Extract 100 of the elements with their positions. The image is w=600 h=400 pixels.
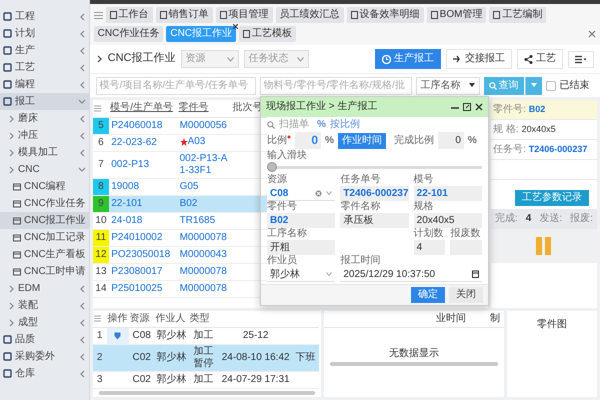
tab[interactable]: 工作台 bbox=[106, 7, 153, 23]
column-header[interactable]: 零件号 bbox=[178, 100, 232, 117]
sidebar-item[interactable]: CNC加工记录 bbox=[0, 229, 89, 246]
clear-icon[interactable] bbox=[315, 190, 322, 196]
tab[interactable]: 销售订单 bbox=[156, 7, 213, 23]
column-header[interactable]: 类型 bbox=[188, 310, 219, 328]
table-row[interactable]: 7 002-P13 002-P13-A1-33F1 bbox=[92, 151, 267, 178]
dropdown-toggle-button[interactable] bbox=[524, 76, 542, 94]
list-icon bbox=[13, 250, 21, 258]
field-value[interactable]: T2406-000237 bbox=[528, 144, 588, 155]
table-row[interactable]: 3 C02 郭少林 加工 24-07-29 17:31 bbox=[92, 372, 319, 388]
tab[interactable]: 员工绩效汇总 bbox=[276, 7, 344, 23]
input-field[interactable]: 开粗 bbox=[267, 240, 336, 255]
sidebar-item[interactable]: 模具加工 bbox=[0, 144, 89, 161]
field-label: 零件号: bbox=[493, 104, 526, 116]
sidebar-item[interactable]: CNC报工作业 bbox=[0, 212, 89, 229]
document-icon bbox=[430, 11, 438, 19]
sidebar-item[interactable]: 报工 bbox=[0, 93, 89, 110]
sidebar-item[interactable]: CNC生产看板 bbox=[0, 246, 89, 263]
toolbar-button[interactable]: 工艺 bbox=[517, 49, 563, 69]
field-value: 20x40x5 bbox=[522, 124, 556, 135]
process-select[interactable]: 工序名称 bbox=[416, 76, 480, 94]
select-field[interactable]: 郭少林 bbox=[267, 267, 336, 282]
slider-thumb[interactable] bbox=[267, 162, 277, 172]
tab[interactable]: 项目管理 bbox=[216, 7, 273, 23]
sidebar-item[interactable]: 生产 bbox=[0, 42, 89, 59]
tab[interactable]: BOM管理 bbox=[426, 7, 486, 23]
input-field[interactable]: 承压板 bbox=[340, 213, 409, 228]
table-row[interactable]: 6 22-023-62 A03 bbox=[92, 134, 267, 151]
sidebar-item[interactable]: CNC bbox=[0, 161, 89, 178]
column-header[interactable]: 资源 bbox=[128, 310, 155, 328]
table-cell: P23080017 bbox=[109, 263, 178, 280]
dialog-button[interactable]: 关闭 bbox=[449, 287, 483, 303]
field-label: 资源 bbox=[267, 174, 288, 186]
menu-icon[interactable] bbox=[94, 10, 103, 20]
sidebar-item[interactable]: EDM bbox=[0, 280, 89, 297]
clock-icon bbox=[382, 54, 391, 64]
sidebar-item[interactable]: 计划 bbox=[0, 25, 89, 42]
sidebar-item[interactable]: CNC工时申请 bbox=[0, 263, 89, 280]
tab[interactable]: CNC作业任务 bbox=[94, 26, 164, 42]
date-field[interactable]: 2025/12/29 10:37:50 bbox=[340, 267, 482, 282]
tab[interactable]: 设备效率明细 bbox=[346, 7, 424, 23]
menu-button[interactable] bbox=[568, 50, 594, 68]
stat-label: 报废: bbox=[570, 213, 593, 225]
tab[interactable]: 工艺编制 bbox=[489, 7, 546, 23]
chevron-right-icon bbox=[8, 166, 15, 174]
chevron-left-icon bbox=[78, 284, 86, 292]
toolbar-button[interactable]: 生产报工 bbox=[375, 49, 441, 69]
sidebar-item[interactable]: 采购委外 bbox=[0, 348, 89, 365]
table-row[interactable]: 13 P23080017 M0000078 bbox=[92, 263, 267, 280]
input-field[interactable]: 22-101 bbox=[414, 186, 482, 201]
column-header[interactable]: 作业人 bbox=[154, 310, 189, 328]
table-row[interactable]: 12 PO23050018 M0000043 bbox=[92, 246, 267, 263]
table-row[interactable]: 9 22-101 B02 bbox=[92, 195, 267, 212]
sidebar-item[interactable]: 工程 bbox=[0, 8, 89, 25]
sidebar-item[interactable]: 成型 bbox=[0, 314, 89, 331]
input-field[interactable]: T2406-000237 bbox=[340, 186, 409, 201]
field-value[interactable]: B02 bbox=[528, 104, 546, 115]
input-field[interactable]: 4 bbox=[414, 240, 446, 255]
close-icon[interactable] bbox=[475, 103, 483, 111]
table-row[interactable]: 5 P24060018 M0000056 bbox=[92, 117, 267, 134]
chevron-left-icon bbox=[78, 352, 86, 360]
field-label: 任务单号 bbox=[340, 174, 382, 186]
sidebar-item[interactable]: 装配 bbox=[0, 297, 89, 314]
checkbox[interactable] bbox=[546, 80, 556, 90]
table-row[interactable]: 11 P24010002 M0000078 bbox=[92, 229, 267, 246]
tab[interactable]: 工艺模板 bbox=[239, 26, 296, 42]
input-field[interactable]: B02 bbox=[267, 213, 336, 228]
sidebar-item[interactable]: CNC编程 bbox=[0, 178, 89, 195]
select-field[interactable]: C08 bbox=[267, 186, 336, 201]
toolbar-button[interactable]: 交接报工 bbox=[446, 49, 512, 69]
sidebar-item[interactable]: 工艺 bbox=[0, 59, 89, 76]
maximize-icon[interactable] bbox=[463, 103, 471, 111]
search-field[interactable]: 模号/项目名称/生产单号/任务单号 bbox=[96, 76, 256, 94]
dialog-button[interactable]: 确定 bbox=[411, 287, 445, 303]
checkbox-label[interactable]: 已结束 bbox=[560, 80, 590, 92]
table-row[interactable]: 10 24-018 TR1685 bbox=[92, 212, 267, 229]
search-field[interactable]: 物料号/零件号/零件名称/规格/批 bbox=[260, 76, 412, 94]
sidebar-item[interactable]: 品质 bbox=[0, 331, 89, 348]
scrollbar[interactable] bbox=[98, 391, 315, 395]
column-header[interactable]: 制 bbox=[490, 312, 500, 324]
table-cell: P24010002 bbox=[109, 229, 178, 246]
close-icon[interactable] bbox=[233, 24, 238, 29]
pause-icon bbox=[536, 237, 552, 255]
column-header[interactable]: 模号/生产单号 bbox=[109, 100, 178, 117]
column-header[interactable]: 业时间 bbox=[436, 312, 466, 324]
input-field[interactable]: 20x40x5 bbox=[414, 213, 482, 228]
chevron-down-icon bbox=[78, 98, 86, 106]
sidebar-item[interactable]: 仓库 bbox=[0, 365, 89, 382]
sidebar-item[interactable]: 磨床 bbox=[0, 110, 89, 127]
time-button[interactable]: 作业时间 bbox=[338, 132, 386, 148]
sidebar-item[interactable]: CNC作业任务 bbox=[0, 195, 89, 212]
scrollbar[interactable] bbox=[330, 362, 498, 366]
sidebar-item[interactable]: 冲压 bbox=[0, 127, 89, 144]
table-row[interactable]: 8 19008 G05 bbox=[92, 178, 267, 195]
table-cell: 002-P13 bbox=[109, 151, 178, 178]
sidebar-item[interactable]: 编程 bbox=[0, 76, 89, 93]
calendar-icon[interactable] bbox=[472, 270, 479, 278]
chevron-right-icon bbox=[8, 114, 15, 122]
table-cell: C02 bbox=[128, 372, 155, 388]
